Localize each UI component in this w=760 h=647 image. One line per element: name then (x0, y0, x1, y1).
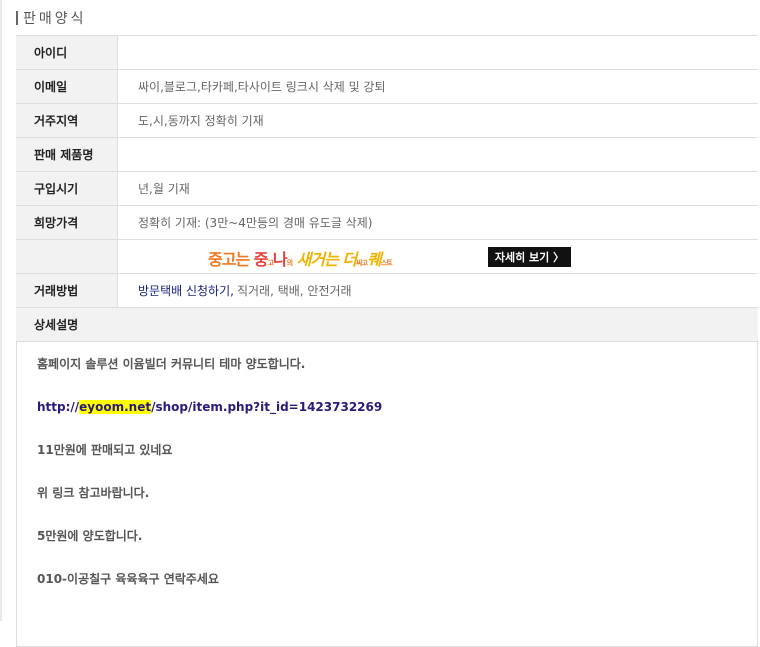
title-bar-icon (16, 11, 18, 25)
banner-text-part: 새거는 (292, 250, 343, 269)
left-border (0, 0, 2, 621)
banner-text-part: 싸고 (356, 259, 368, 267)
section-title-text: 판매양식 (23, 11, 87, 27)
row-email: 이메일 싸이,블로그,타카페,타사이트 링크시 삭제 및 강퇴 (16, 70, 758, 104)
banner-text-part: 나 (272, 250, 288, 269)
row-description-header: 상세설명 (16, 308, 758, 342)
row-label: 상세설명 (16, 308, 118, 341)
view-detail-button[interactable]: 자세히 보기 〉 (488, 247, 571, 267)
banner-text-part: 중 (253, 250, 269, 269)
courier-request-link[interactable]: 방문택배 신청하기, (138, 282, 234, 299)
row-value (118, 36, 758, 69)
banner-text-part: 중고는 (208, 250, 254, 269)
row-label: 판매 제품명 (16, 138, 118, 171)
sale-form: 아이디 이메일 싸이,블로그,타카페,타사이트 링크시 삭제 및 강퇴 거주지역… (16, 35, 758, 647)
row-purchase-date: 구입시기 년,월 기재 (16, 172, 758, 206)
row-region: 거주지역 도,시,동까지 정확히 기재 (16, 104, 758, 138)
row-trade-method: 거래방법 방문택배 신청하기, 직거래, 택배, 안전거래 (16, 274, 758, 308)
banner-slogan[interactable]: 중고는 중고나의 새거는 더싸고퀘스트 (208, 246, 393, 270)
banner-text-part: 더 (342, 250, 357, 269)
row-product-name: 판매 제품명 (16, 138, 758, 172)
row-label: 거래방법 (16, 274, 118, 307)
url-prefix: http:// (37, 400, 80, 414)
banner-text-part: 스트 (380, 259, 393, 267)
row-value: 도,시,동까지 정확히 기재 (138, 114, 264, 128)
description-line: 5만원에 양도합니다. (37, 529, 143, 543)
row-label: 구입시기 (16, 172, 118, 205)
item-url-link[interactable]: http://eyoom.net/shop/item.php?it_id=142… (37, 400, 382, 414)
trade-options-text: 직거래, 택배, 안전거래 (236, 284, 352, 298)
description-url-line: http://eyoom.net/shop/item.php?it_id=142… (37, 399, 737, 442)
row-banner: 중고는 중고나의 새거는 더싸고퀘스트 자세히 보기 〉 (16, 240, 758, 274)
url-highlight: eyoom.net (79, 400, 152, 414)
url-suffix: /shop/item.php?it_id=1423732269 (151, 400, 383, 414)
banner-text-part: 퀘 (367, 250, 382, 269)
row-label: 거주지역 (16, 104, 118, 137)
section-title: 판매양식 (16, 8, 87, 28)
description-line: 위 링크 참고바랍니다. (37, 486, 150, 500)
banner-area: 중고는 중고나의 새거는 더싸고퀘스트 자세히 보기 〉 (118, 240, 758, 273)
row-label: 희망가격 (16, 206, 118, 239)
row-id: 아이디 (16, 36, 758, 70)
description-line: 홈페이지 솔루션 이윰빌더 커뮤니티 테마 양도합니다. (37, 357, 306, 371)
row-value: 정확히 기재: (3만~4만등의 경매 유도글 삭제) (138, 216, 373, 230)
description-line: 11만원에 판매되고 있네요 (37, 443, 173, 457)
row-value: 년,월 기재 (138, 182, 190, 196)
description-line: 010-이공칠구 육육육구 연락주세요 (37, 572, 219, 586)
row-label: 이메일 (16, 70, 118, 103)
row-price: 희망가격 정확히 기재: (3만~4만등의 경매 유도글 삭제) (16, 206, 758, 240)
row-value (118, 138, 758, 171)
row-label-empty (16, 240, 118, 273)
row-value: 방문택배 신청하기, 직거래, 택배, 안전거래 (118, 274, 758, 307)
row-label: 아이디 (16, 36, 118, 69)
row-value: 싸이,블로그,타카페,타사이트 링크시 삭제 및 강퇴 (138, 80, 386, 94)
description-body: 홈페이지 솔루션 이윰빌더 커뮤니티 테마 양도합니다. http://eyoo… (16, 342, 758, 647)
